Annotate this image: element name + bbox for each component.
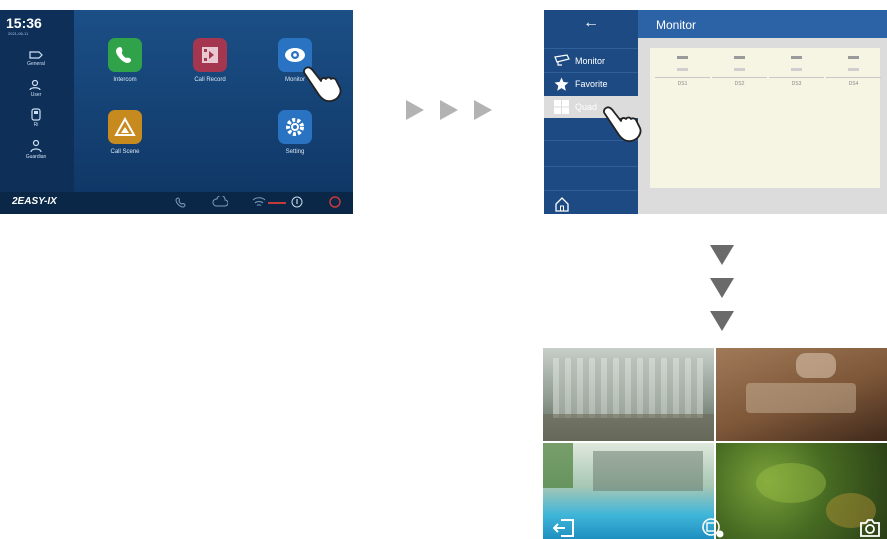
clock: 15:36 xyxy=(6,15,42,31)
sidebar-item-general[interactable]: General xyxy=(8,50,64,67)
star-icon xyxy=(554,77,569,91)
power-icon[interactable] xyxy=(328,195,342,209)
info-icon[interactable] xyxy=(291,196,303,208)
sidebar-item-label: Ri xyxy=(33,122,39,128)
camera-label: DS3 xyxy=(791,81,802,87)
monitor-screen: ← Monitor Monitor Favorite Quad DS1 DS2 xyxy=(544,10,887,214)
date: 2021-06-11 xyxy=(8,31,29,36)
menu-item-label: Favorite xyxy=(575,79,608,89)
cloud-icon[interactable] xyxy=(212,196,228,208)
divider xyxy=(714,348,716,539)
divider xyxy=(544,190,638,191)
back-button[interactable]: ← xyxy=(544,10,638,38)
divider xyxy=(769,77,824,78)
call-record-icon xyxy=(193,38,227,72)
camera-indicator xyxy=(791,68,802,71)
camera-indicator xyxy=(734,56,745,59)
app-label: Call Record xyxy=(194,77,226,83)
camera-indicator xyxy=(734,68,745,71)
arrow-down-icon xyxy=(710,245,734,265)
camera-icon xyxy=(554,54,570,66)
brand-logo: 2EASY-IX xyxy=(12,196,57,207)
menu-item-label: Monitor xyxy=(575,56,606,66)
divider xyxy=(544,166,638,167)
camera-list-panel: DS1 DS2 DS3 DS4 xyxy=(650,48,881,188)
general-icon xyxy=(29,51,43,59)
call-log-icon[interactable] xyxy=(175,196,187,208)
pointing-hand-icon xyxy=(303,66,342,103)
divider xyxy=(655,77,710,78)
unlock-icon[interactable] xyxy=(701,517,725,539)
sidebar-item-label: User xyxy=(30,92,42,98)
app-call-scene[interactable]: Call Scene xyxy=(90,110,160,155)
sidebar-item-label: General xyxy=(27,61,45,67)
exit-icon[interactable] xyxy=(553,519,575,537)
app-label: Setting xyxy=(285,149,305,155)
guardian-icon xyxy=(30,140,42,153)
divider xyxy=(712,77,767,78)
camera-indicator xyxy=(677,56,688,59)
ring-icon xyxy=(31,108,41,121)
sidebar-item-user[interactable]: User xyxy=(8,80,64,98)
camera-item[interactable]: DS4 xyxy=(826,56,881,87)
menu-item-label: Quad xyxy=(575,102,598,112)
camera-label: DS4 xyxy=(848,81,859,87)
divider xyxy=(826,77,881,78)
divider xyxy=(544,48,638,49)
camera-item[interactable]: DS2 xyxy=(712,56,767,87)
camera-view-2[interactable] xyxy=(716,348,887,441)
camera-indicator xyxy=(848,56,859,59)
menu-item-favorite[interactable]: Favorite xyxy=(544,73,638,95)
pointing-hand-icon xyxy=(603,106,642,143)
arrow-right-icon xyxy=(406,100,424,120)
app-intercom[interactable]: Intercom xyxy=(90,38,160,83)
divider xyxy=(543,441,887,443)
quad-grid-icon xyxy=(554,100,569,114)
page-title: Monitor xyxy=(656,18,697,32)
camera-indicator xyxy=(677,68,688,71)
app-setting[interactable]: Setting xyxy=(260,110,330,155)
home-screen: 15:36 2021-06-11 General User Ri Guardia… xyxy=(0,10,353,214)
camera-item[interactable]: DS1 xyxy=(655,56,710,87)
arrow-down-icon xyxy=(710,311,734,331)
arrow-right-icon xyxy=(474,100,492,120)
home-icon[interactable] xyxy=(554,197,570,212)
camera-indicator xyxy=(791,56,802,59)
scene-icon xyxy=(108,110,142,144)
sidebar-item-guardian[interactable]: Guardian xyxy=(8,140,64,160)
phone-icon xyxy=(108,38,142,72)
app-label: Call Scene xyxy=(110,149,140,155)
camera-label: DS1 xyxy=(677,81,688,87)
camera-snapshot-icon[interactable] xyxy=(859,519,881,537)
arrow-down-icon xyxy=(710,278,734,298)
camera-indicator xyxy=(848,68,859,71)
app-call-record[interactable]: Call Record xyxy=(175,38,245,83)
sidebar-item-ri[interactable]: Ri xyxy=(8,108,64,128)
home-sidebar xyxy=(0,10,74,192)
wifi-icon[interactable] xyxy=(252,196,266,208)
signal-indicator xyxy=(268,202,286,204)
app-label: Intercom xyxy=(113,77,137,83)
gear-icon xyxy=(278,110,312,144)
menu-item-monitor[interactable]: Monitor xyxy=(544,50,638,72)
camera-view-1[interactable] xyxy=(543,348,714,441)
sidebar-item-label: Guardian xyxy=(25,154,47,160)
user-icon xyxy=(29,80,41,91)
arrow-right-icon xyxy=(440,100,458,120)
quad-view-screen xyxy=(543,348,887,539)
camera-item[interactable]: DS3 xyxy=(769,56,824,87)
camera-label: DS2 xyxy=(734,81,745,87)
